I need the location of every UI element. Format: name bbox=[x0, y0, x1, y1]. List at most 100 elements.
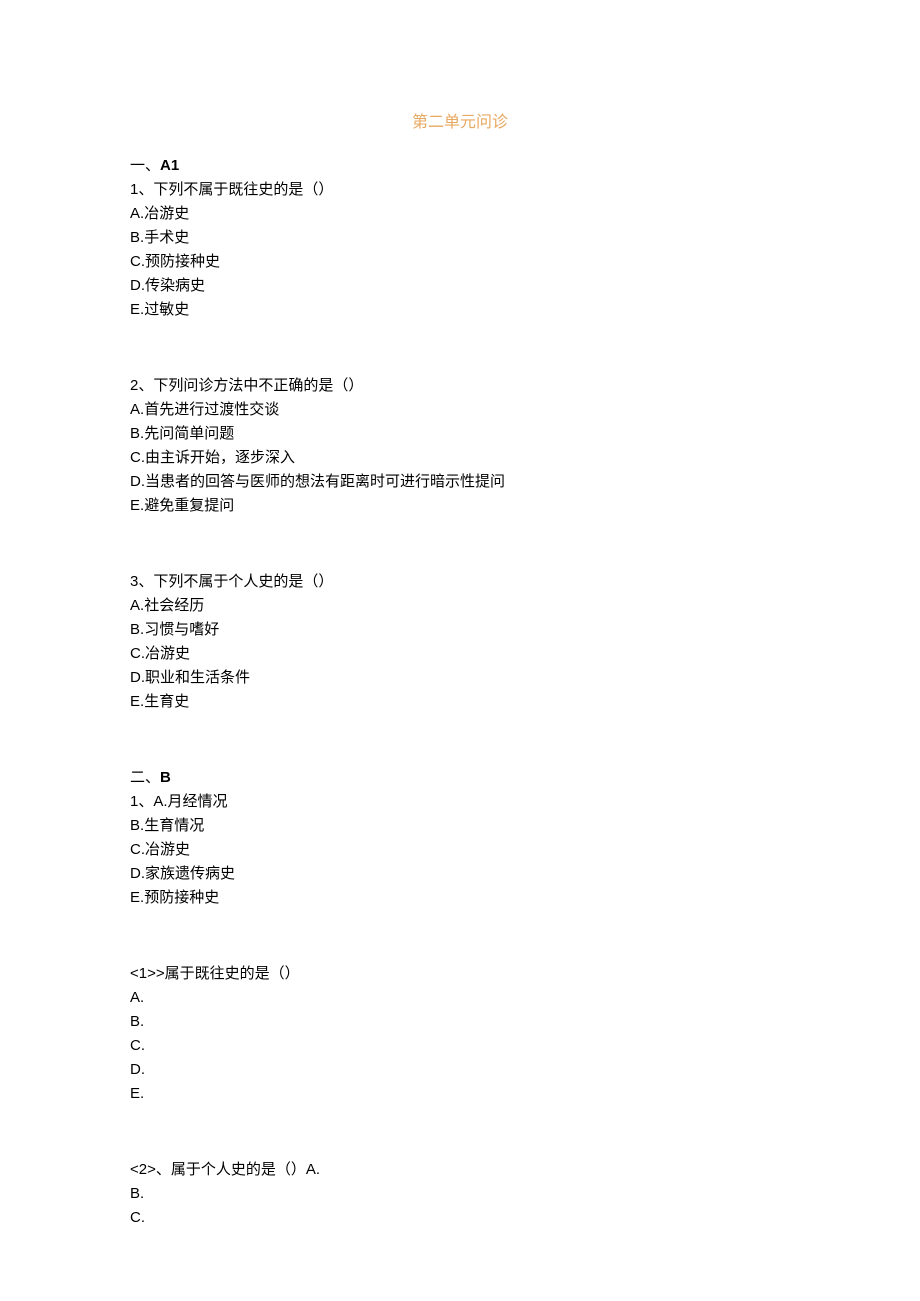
question-a1-2: 2、下列问诊方法中不正确的是（） A.首先进行过渡性交谈 B.先问简单问题 C.… bbox=[130, 374, 790, 518]
option-a: A.冶游史 bbox=[130, 202, 790, 226]
option-letter: D. bbox=[130, 473, 145, 490]
option-e: E.生育史 bbox=[130, 690, 790, 714]
option-text: 生育情况 bbox=[144, 817, 204, 834]
sub2-option-b: B. bbox=[130, 1182, 790, 1206]
option-text: 手术史 bbox=[144, 229, 189, 246]
option-text: 冶游史 bbox=[145, 645, 190, 662]
option-text: 预防接种史 bbox=[144, 889, 219, 906]
shared-option-e: E.预防接种史 bbox=[130, 886, 790, 910]
option-letter: B. bbox=[130, 817, 144, 834]
option-letter: E. bbox=[130, 1085, 144, 1102]
option-letter: C. bbox=[130, 449, 145, 466]
sub1-option-b: B. bbox=[130, 1010, 790, 1034]
sub1-option-e: E. bbox=[130, 1082, 790, 1106]
option-text: 冶游史 bbox=[144, 205, 189, 222]
sub1-option-a: A. bbox=[130, 986, 790, 1010]
option-c: C.冶游史 bbox=[130, 642, 790, 666]
section-b-prefix: 二、 bbox=[130, 769, 160, 786]
option-text: 当患者的回答与医师的想法有距离时可进行暗示性提问 bbox=[145, 473, 505, 490]
question-text: 下列问诊方法中不正确的是（） bbox=[153, 377, 363, 394]
option-text: 传染病史 bbox=[145, 277, 205, 294]
option-letter: C. bbox=[130, 1209, 145, 1226]
question-b-sub1: <1>>属于既往史的是（） A. B. C. D. E. bbox=[130, 962, 790, 1106]
option-letter: D. bbox=[130, 865, 145, 882]
option-text: 先问简单问题 bbox=[144, 425, 234, 442]
sub2-text: 属于个人史的是（） bbox=[171, 1161, 306, 1178]
option-letter: E. bbox=[130, 497, 144, 514]
option-letter: D. bbox=[130, 277, 145, 294]
option-b: B.先问简单问题 bbox=[130, 422, 790, 446]
sub1-stem: <1>>属于既往史的是（） bbox=[130, 962, 790, 986]
sub1-option-c: C. bbox=[130, 1034, 790, 1058]
option-text: 家族遗传病史 bbox=[145, 865, 235, 882]
question-a1-3: 3、下列不属于个人史的是（） A.社会经历 B.习惯与嗜好 C.冶游史 D.职业… bbox=[130, 570, 790, 714]
shared-option-a: 1、A.月经情况 bbox=[130, 790, 790, 814]
question-stem: 3、下列不属于个人史的是（） bbox=[130, 570, 790, 594]
shared-option-c: C.冶游史 bbox=[130, 838, 790, 862]
option-letter: A. bbox=[130, 401, 144, 418]
option-text: 过敏史 bbox=[144, 301, 189, 318]
sub2-inline-a: A. bbox=[306, 1161, 320, 1178]
option-text: 预防接种史 bbox=[145, 253, 220, 270]
option-letter: B. bbox=[130, 1013, 144, 1030]
option-letter: D. bbox=[130, 1061, 145, 1078]
question-b-sub2: <2>、属于个人史的是（）A. B. C. bbox=[130, 1158, 790, 1230]
sub1-prefix: <1>> bbox=[130, 965, 165, 982]
option-letter: B. bbox=[130, 621, 144, 638]
question-text: 下列不属于个人史的是（） bbox=[153, 573, 333, 590]
shared-option-b: B.生育情况 bbox=[130, 814, 790, 838]
option-e: E.过敏史 bbox=[130, 298, 790, 322]
sub2-option-c: C. bbox=[130, 1206, 790, 1230]
option-text: 习惯与嗜好 bbox=[144, 621, 219, 638]
sub2-prefix: <2>、 bbox=[130, 1161, 171, 1178]
shared-number: 1、 bbox=[130, 793, 153, 810]
option-letter: B. bbox=[130, 425, 144, 442]
option-letter: E. bbox=[130, 301, 144, 318]
option-letter: E. bbox=[130, 693, 144, 710]
option-letter: C. bbox=[130, 1037, 145, 1054]
question-a1-1: 1、下列不属于既往史的是（） A.冶游史 B.手术史 C.预防接种史 D.传染病… bbox=[130, 178, 790, 322]
document-title: 第二单元问诊 bbox=[130, 110, 790, 136]
option-e: E.避免重复提问 bbox=[130, 494, 790, 518]
option-text: 职业和生活条件 bbox=[145, 669, 250, 686]
option-letter: E. bbox=[130, 889, 144, 906]
document-page: 第二单元问诊 一、A1 1、下列不属于既往史的是（） A.冶游史 B.手术史 C… bbox=[0, 0, 920, 1290]
sub1-option-d: D. bbox=[130, 1058, 790, 1082]
question-b-shared: 1、A.月经情况 B.生育情况 C.冶游史 D.家族遗传病史 E.预防接种史 bbox=[130, 790, 790, 910]
option-text: 社会经历 bbox=[144, 597, 204, 614]
question-number: 2、 bbox=[130, 377, 153, 394]
option-b: B.习惯与嗜好 bbox=[130, 618, 790, 642]
option-letter: C. bbox=[130, 253, 145, 270]
option-letter: A. bbox=[130, 205, 144, 222]
option-letter: A. bbox=[153, 793, 167, 810]
option-letter: C. bbox=[130, 645, 145, 662]
option-letter: C. bbox=[130, 841, 145, 858]
sub2-stem: <2>、属于个人史的是（）A. bbox=[130, 1158, 790, 1182]
option-a: A.首先进行过渡性交谈 bbox=[130, 398, 790, 422]
option-text: 由主诉开始，逐步深入 bbox=[145, 449, 295, 466]
option-letter: A. bbox=[130, 989, 144, 1006]
option-d: D.传染病史 bbox=[130, 274, 790, 298]
sub1-text: 属于既往史的是（） bbox=[165, 965, 300, 982]
option-text: 生育史 bbox=[144, 693, 189, 710]
section-a-prefix: 一、 bbox=[130, 157, 160, 174]
option-a: A.社会经历 bbox=[130, 594, 790, 618]
option-c: C.由主诉开始，逐步深入 bbox=[130, 446, 790, 470]
option-letter: B. bbox=[130, 229, 144, 246]
shared-option-d: D.家族遗传病史 bbox=[130, 862, 790, 886]
option-text: 首先进行过渡性交谈 bbox=[144, 401, 279, 418]
option-b: B.手术史 bbox=[130, 226, 790, 250]
option-c: C.预防接种史 bbox=[130, 250, 790, 274]
option-letter: D. bbox=[130, 669, 145, 686]
section-a-label: A1 bbox=[160, 157, 179, 174]
option-letter: A. bbox=[130, 597, 144, 614]
option-text: 月经情况 bbox=[168, 793, 228, 810]
option-d: D.当患者的回答与医师的想法有距离时可进行暗示性提问 bbox=[130, 470, 790, 494]
option-letter: B. bbox=[130, 1185, 144, 1202]
question-text: 下列不属于既往史的是（） bbox=[153, 181, 333, 198]
section-a-header: 一、A1 bbox=[130, 154, 790, 178]
option-text: 避免重复提问 bbox=[144, 497, 234, 514]
option-text: 冶游史 bbox=[145, 841, 190, 858]
question-stem: 2、下列问诊方法中不正确的是（） bbox=[130, 374, 790, 398]
option-d: D.职业和生活条件 bbox=[130, 666, 790, 690]
